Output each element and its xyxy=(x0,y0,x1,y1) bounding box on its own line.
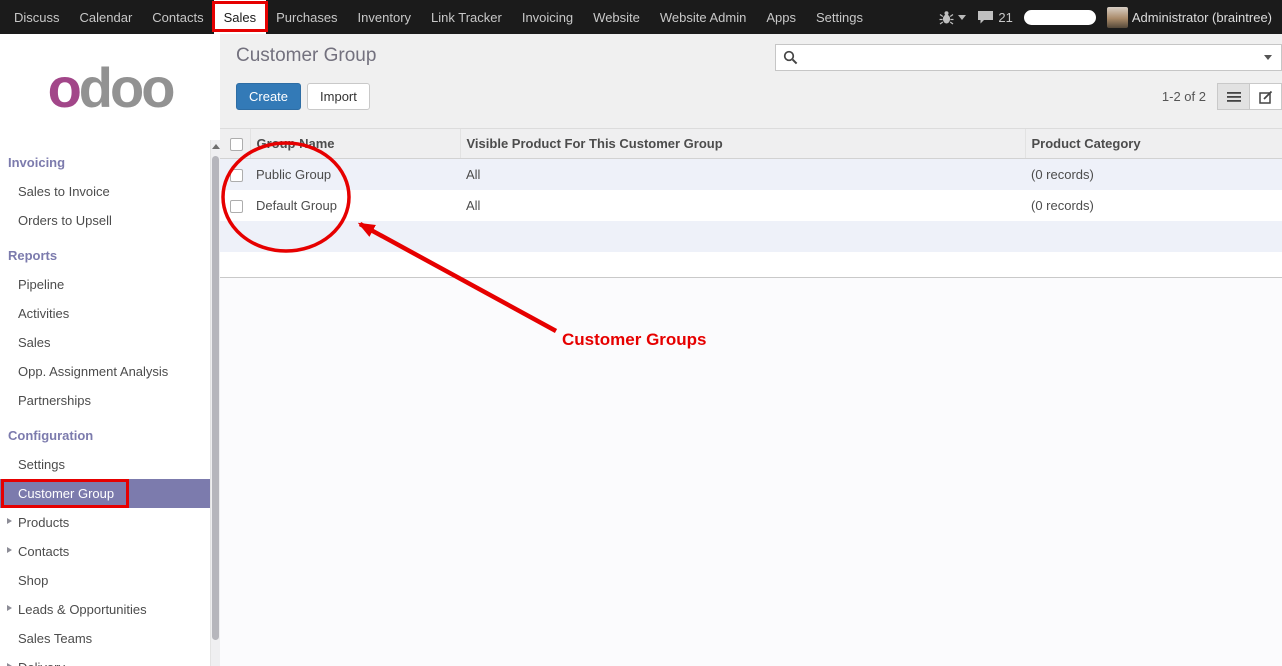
sidebar-section-configuration: Configuration xyxy=(0,421,210,450)
topbar-right-tools: 21 Administrator (braintree) xyxy=(939,0,1282,34)
user-menu[interactable]: Administrator (braintree) xyxy=(1107,7,1272,28)
app-window: Discuss Calendar Contacts Sales Purchase… xyxy=(0,0,1282,666)
cell-visible-product[interactable]: All xyxy=(460,190,1025,221)
chevron-right-icon xyxy=(7,518,12,524)
main-content: Customer Group Create Import 1-2 of 2 xyxy=(220,34,1282,666)
sidebar-menu: Invoicing Sales to Invoice Orders to Ups… xyxy=(0,140,210,666)
odoo-logo-text: odoo xyxy=(48,55,173,120)
nav-item-sales[interactable]: Sales xyxy=(214,0,267,34)
sidebar-item-sales[interactable]: Sales xyxy=(0,328,210,357)
table-filler-row xyxy=(220,221,1282,252)
cell-group-name[interactable]: Public Group xyxy=(250,159,460,191)
sidebar-item-label: Customer Group xyxy=(18,486,114,501)
user-avatar xyxy=(1107,7,1128,28)
caret-down-icon xyxy=(958,15,966,20)
cell-product-category[interactable]: (0 records) xyxy=(1025,159,1282,191)
list-view-button[interactable] xyxy=(1217,83,1250,110)
table-filler-row xyxy=(220,252,1282,277)
sidebar: odoo Invoicing Sales to Invoice Orders t… xyxy=(0,34,220,666)
sidebar-item-partnerships[interactable]: Partnerships xyxy=(0,386,210,415)
sidebar-item-delivery[interactable]: Delivery xyxy=(0,653,210,666)
nav-item-settings[interactable]: Settings xyxy=(806,0,873,34)
list-view: Group Name Visible Product For This Cust… xyxy=(220,128,1282,278)
pager-range: 1-2 of 2 xyxy=(1162,89,1206,104)
nav-item-contacts[interactable]: Contacts xyxy=(142,0,213,34)
sidebar-item-shop[interactable]: Shop xyxy=(0,566,210,595)
table-row-public-group[interactable]: Public Group All (0 records) xyxy=(220,159,1282,191)
scroll-up-icon[interactable] xyxy=(212,144,220,149)
chevron-right-icon xyxy=(7,547,12,553)
table-row-default-group[interactable]: Default Group All (0 records) xyxy=(220,190,1282,221)
table-header-row: Group Name Visible Product For This Cust… xyxy=(220,129,1282,159)
nav-item-link-tracker[interactable]: Link Tracker xyxy=(421,0,512,34)
row-select-cell xyxy=(220,190,250,221)
create-button[interactable]: Create xyxy=(236,83,301,110)
nav-item-website-admin[interactable]: Website Admin xyxy=(650,0,756,34)
cell-group-name[interactable]: Default Group xyxy=(250,190,460,221)
column-header-group-name[interactable]: Group Name xyxy=(250,129,460,159)
sidebar-item-label: Contacts xyxy=(18,544,69,559)
nav-item-invoicing[interactable]: Invoicing xyxy=(512,0,583,34)
row-select-cell xyxy=(220,159,250,191)
nav-item-discuss[interactable]: Discuss xyxy=(4,0,70,34)
sidebar-item-opp-assignment-analysis[interactable]: Opp. Assignment Analysis xyxy=(0,357,210,386)
sidebar-section-invoicing: Invoicing xyxy=(0,148,210,177)
cell-product-category[interactable]: (0 records) xyxy=(1025,190,1282,221)
nav-item-purchases[interactable]: Purchases xyxy=(266,0,347,34)
sidebar-item-label: Products xyxy=(18,515,69,530)
nav-item-apps[interactable]: Apps xyxy=(756,0,806,34)
page-title: Customer Group xyxy=(236,45,376,67)
search-dropdown-caret-icon[interactable] xyxy=(1264,55,1272,60)
group-list-table: Group Name Visible Product For This Cust… xyxy=(220,128,1282,277)
sidebar-item-sales-to-invoice[interactable]: Sales to Invoice xyxy=(0,177,210,206)
view-switcher xyxy=(1217,83,1282,110)
form-view-button[interactable] xyxy=(1249,83,1282,110)
import-button[interactable]: Import xyxy=(307,83,370,110)
column-header-product-category[interactable]: Product Category xyxy=(1025,129,1282,159)
debug-menu-button[interactable] xyxy=(939,10,966,25)
timer-widget[interactable] xyxy=(1024,10,1096,25)
search-input[interactable] xyxy=(803,45,1264,70)
bug-icon xyxy=(939,10,954,25)
sidebar-item-orders-to-upsell[interactable]: Orders to Upsell xyxy=(0,206,210,235)
column-header-visible-product[interactable]: Visible Product For This Customer Group xyxy=(460,129,1025,159)
form-view-icon xyxy=(1259,90,1273,104)
select-all-checkbox[interactable] xyxy=(230,138,243,151)
nav-item-calendar[interactable]: Calendar xyxy=(70,0,143,34)
sidebar-item-contacts[interactable]: Contacts xyxy=(0,537,210,566)
sidebar-item-customer-group[interactable]: Customer Group xyxy=(0,479,210,508)
sidebar-item-activities[interactable]: Activities xyxy=(0,299,210,328)
nav-item-inventory[interactable]: Inventory xyxy=(348,0,421,34)
sidebar-item-settings[interactable]: Settings xyxy=(0,450,210,479)
row-checkbox[interactable] xyxy=(230,169,243,182)
nav-item-website[interactable]: Website xyxy=(583,0,650,34)
scrollbar-thumb[interactable] xyxy=(212,156,219,640)
sidebar-item-sales-teams[interactable]: Sales Teams xyxy=(0,624,210,653)
sidebar-item-products[interactable]: Products xyxy=(0,508,210,537)
sidebar-item-pipeline[interactable]: Pipeline xyxy=(0,270,210,299)
list-view-icon xyxy=(1227,91,1241,103)
user-name: Administrator (braintree) xyxy=(1132,10,1272,25)
cell-visible-product[interactable]: All xyxy=(460,159,1025,191)
message-count: 21 xyxy=(998,10,1012,25)
nav-item-sales-label: Sales xyxy=(224,10,257,25)
messages-button[interactable]: 21 xyxy=(977,10,1012,25)
search-icon xyxy=(783,50,798,65)
sidebar-section-reports: Reports xyxy=(0,241,210,270)
sidebar-item-label: Leads & Opportunities xyxy=(18,602,147,617)
chat-icon xyxy=(977,10,994,25)
search-box xyxy=(775,44,1282,71)
control-panel: Customer Group Create Import 1-2 of 2 xyxy=(220,34,1282,128)
toolbar: Create Import xyxy=(236,83,370,110)
sidebar-item-leads-opportunities[interactable]: Leads & Opportunities xyxy=(0,595,210,624)
row-checkbox[interactable] xyxy=(230,200,243,213)
sidebar-item-label: Delivery xyxy=(18,660,65,666)
select-all-cell xyxy=(220,129,250,159)
sidebar-scrollbar[interactable] xyxy=(210,140,220,666)
top-menubar: Discuss Calendar Contacts Sales Purchase… xyxy=(0,0,1282,34)
odoo-logo: odoo xyxy=(0,34,220,140)
chevron-right-icon xyxy=(7,605,12,611)
